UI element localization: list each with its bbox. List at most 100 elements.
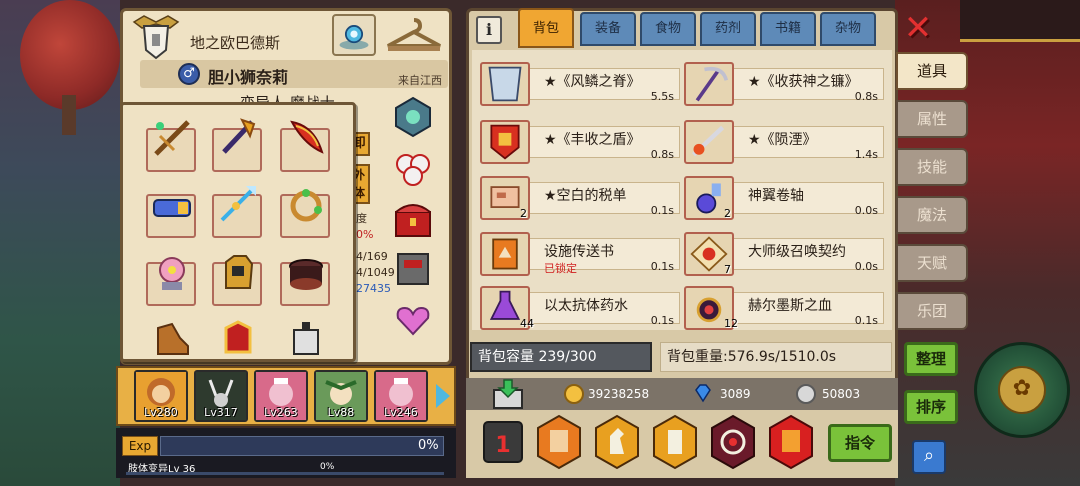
list-item[interactable]: 设施传送书 已锁定 0.1s [480, 232, 680, 276]
flower-accessory-icon[interactable] [390, 146, 436, 192]
tab-backpack[interactable]: 背包 [518, 8, 574, 48]
heart-charm-icon[interactable] [390, 296, 436, 342]
item-weight: 0.1s [854, 314, 878, 327]
stat-fragment: 度 [356, 212, 367, 225]
scythe-item-icon [684, 62, 734, 106]
blossom-orb-icon [159, 257, 185, 290]
hero-level: Lv246 [384, 406, 418, 419]
cloak-item-icon [480, 62, 530, 106]
item-weight: 1.4s [854, 148, 878, 161]
ice-spear-icon [220, 186, 256, 222]
number-sort-icon[interactable]: 1 [478, 414, 528, 470]
side-tab-items[interactable]: 道具 [896, 52, 968, 90]
side-tab-skills[interactable]: 技能 [896, 148, 968, 186]
hero-portrait[interactable]: Lv263 [254, 370, 308, 422]
item-count: 44 [520, 317, 534, 330]
shield-item-icon [480, 120, 530, 164]
locked-status: 已锁定 [544, 262, 577, 275]
item-count: 7 [724, 263, 731, 276]
sort-button[interactable]: 排序 [904, 390, 958, 424]
iron-helm-icon[interactable] [284, 316, 328, 360]
hero-level: Lv317 [204, 406, 238, 419]
vine-ring-icon [290, 189, 322, 222]
side-tab-magic[interactable]: 魔法 [896, 196, 968, 234]
list-item[interactable]: ★《风鳞之脊》 5.5s [480, 62, 680, 106]
teleport-book-item-icon [480, 232, 530, 276]
hero-portrait[interactable]: Lv88 [314, 370, 368, 422]
crossbow-icon [154, 120, 190, 156]
hero-level: Lv263 [264, 406, 298, 419]
command-button[interactable]: 指令 [828, 424, 892, 462]
hero-portrait[interactable]: Lv246 [374, 370, 428, 422]
dark-drum-icon [289, 259, 323, 290]
tab-potion[interactable]: 药剂 [700, 12, 756, 46]
close-icon[interactable]: ✕ [902, 11, 934, 46]
amulet-slot-icon[interactable] [390, 94, 436, 140]
flaming-blade-item-icon [684, 120, 734, 164]
item-weight: 0.1s [650, 260, 674, 273]
item-weight: 0.0s [854, 204, 878, 217]
item-weight: 0.1s [650, 204, 674, 217]
arrange-button[interactable]: 整理 [904, 342, 958, 376]
flame-sword-icon [290, 120, 324, 154]
hero-scroll-right-arrow-icon[interactable] [436, 384, 450, 408]
item-weight: 0.1s [650, 314, 674, 327]
item-weight: 0.8s [854, 90, 878, 103]
tab-food[interactable]: 食物 [640, 12, 696, 46]
diamond-icon [695, 384, 711, 403]
backpack-capacity: 背包容量 239/300 [470, 342, 652, 372]
item-name: ★空白的税单 [544, 188, 627, 204]
info-button[interactable]: i [476, 16, 502, 44]
item-weight: 0.8s [650, 148, 674, 161]
item-count: 2 [520, 207, 527, 220]
diamond-amount: 3089 [720, 387, 751, 401]
class-crest-icon [132, 15, 180, 60]
book-filter-icon[interactable] [534, 414, 584, 470]
item-name: ★《收获神之镰》 [748, 74, 859, 90]
backpack-weight: 背包重量:576.9s/1510.0s [660, 342, 892, 372]
knight-filter-icon[interactable] [592, 414, 642, 470]
hanger-icon[interactable] [384, 14, 444, 56]
tab-books[interactable]: 书籍 [760, 12, 816, 46]
target-filter-icon[interactable] [708, 414, 758, 470]
male-gender-icon: ♂ [178, 63, 200, 85]
list-item[interactable]: ★《陨湮》 1.4s [684, 120, 884, 164]
side-tab-attributes[interactable]: 属性 [896, 100, 968, 138]
skill-progress-bar [126, 472, 444, 475]
character-title: 胆小狮奈莉 [208, 68, 289, 87]
joystick-knob-icon[interactable]: ✿ [998, 366, 1046, 414]
side-tab-talent[interactable]: 天赋 [896, 244, 968, 282]
item-name: ★《陨湮》 [748, 132, 817, 148]
list-item[interactable]: 2 ★空白的税单 0.1s [480, 176, 680, 220]
treasure-chest-icon[interactable] [390, 196, 436, 242]
golden-staff-icon [222, 118, 256, 154]
hero-portrait[interactable]: Lv280 [134, 370, 188, 422]
list-item[interactable]: ★《丰收之盾》 0.8s [480, 120, 680, 164]
skill-percent: 0% [320, 462, 335, 472]
list-item[interactable]: 44 以太抗体药水 0.1s [480, 286, 680, 330]
list-item[interactable]: 12 赫尔墨斯之血 0.1s [684, 286, 884, 330]
gold-amount: 39238258 [588, 387, 650, 401]
stat-fragment: 4/169 [356, 250, 388, 263]
item-name: 大师级召唤契约 [748, 244, 846, 260]
side-tab-band[interactable]: 乐团 [896, 292, 968, 330]
storage-download-icon[interactable] [490, 378, 526, 410]
crimson-armor-icon[interactable] [216, 316, 260, 360]
hero-level: Lv88 [327, 406, 355, 419]
tab-misc[interactable]: 杂物 [820, 12, 876, 46]
list-item[interactable]: ★《收获神之镰》 0.8s [684, 62, 884, 106]
item-name: 设施传送书 [544, 244, 614, 260]
crystal-stand-icon[interactable] [332, 14, 376, 56]
hero-portrait[interactable]: Lv317 [194, 370, 248, 422]
exp-progress-bar [160, 436, 444, 456]
leather-boot-icon[interactable] [150, 318, 194, 362]
building-roof [960, 0, 1080, 42]
tab-equipment[interactable]: 装备 [580, 12, 636, 46]
search-icon[interactable]: ⌕ [912, 440, 946, 474]
mech-armor-icon[interactable] [390, 246, 436, 292]
red-book-filter-icon[interactable] [766, 414, 816, 470]
list-item[interactable]: 7 大师级召唤契约 0.0s [684, 232, 884, 276]
silver-amount: 50803 [822, 387, 861, 401]
tower-filter-icon[interactable] [650, 414, 700, 470]
list-item[interactable]: 2 神翼卷轴 0.0s [684, 176, 884, 220]
